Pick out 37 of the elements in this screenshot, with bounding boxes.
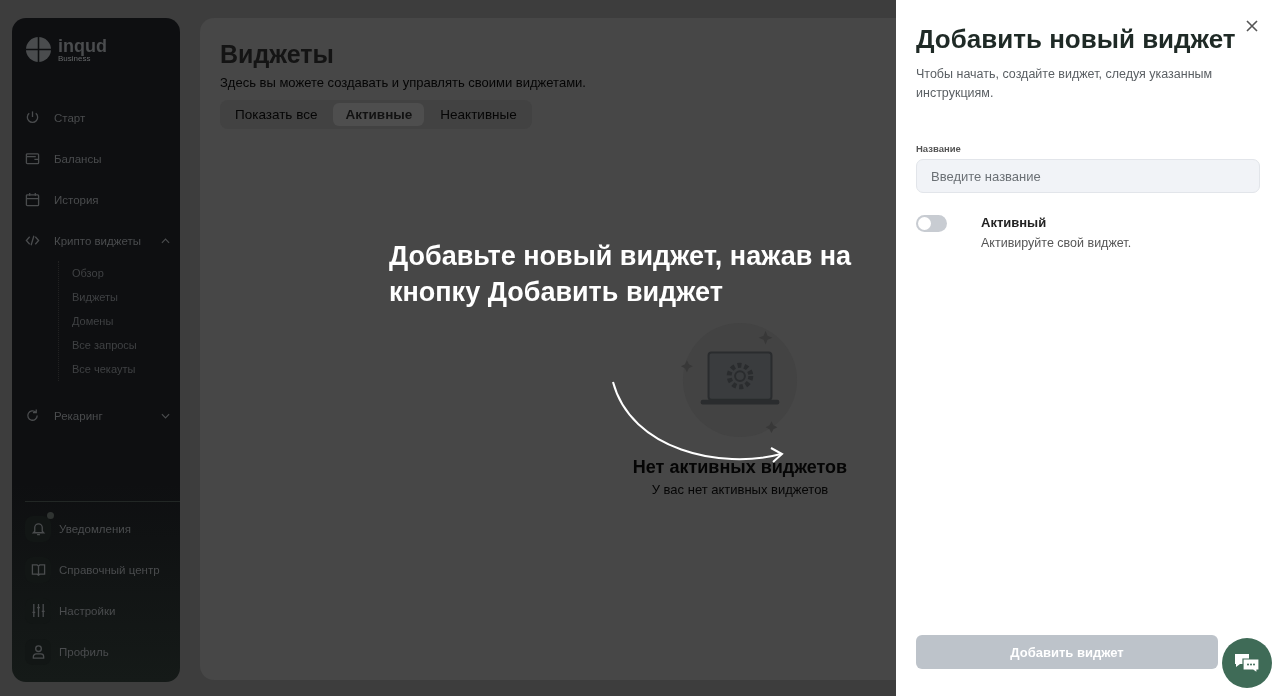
- logo-icon: [25, 36, 52, 63]
- nav-item[interactable]: Рекаринг: [25, 395, 180, 436]
- logo-tagline: Business: [58, 54, 91, 63]
- logo-name: inqud: [58, 36, 107, 55]
- nav-item[interactable]: Настройки: [25, 590, 180, 631]
- toggle-description: Активируйте свой виджет.: [981, 236, 1132, 250]
- nav-item[interactable]: Уведомления: [25, 508, 180, 549]
- wallet-icon: [25, 151, 40, 166]
- hint-text: Добавьте новый виджет, нажав на кнопку Добавить виджет: [389, 240, 853, 309]
- filter-tab[interactable]: Показать все: [223, 103, 330, 126]
- close-button[interactable]: [1244, 18, 1260, 34]
- nav-item[interactable]: Справочный центр: [25, 549, 180, 590]
- nav-item[interactable]: История: [25, 179, 180, 220]
- user-icon: [30, 644, 46, 659]
- nav-item[interactable]: Крипто виджеты: [25, 220, 180, 261]
- drawer-subtitle: Чтобы начать, создайте виджет, следуя указанным инструкциям.: [916, 66, 1214, 102]
- empty-state-title: Нет активных виджетов: [632, 457, 848, 478]
- filter-tab[interactable]: Активные: [333, 103, 425, 126]
- book-icon: [30, 562, 46, 577]
- nav-item[interactable]: Старт: [25, 97, 180, 138]
- nav-item[interactable]: Балансы: [25, 138, 180, 179]
- refresh-icon: [25, 408, 40, 423]
- page-subtitle: Здесь вы можете создавать и управлять своими виджетами.: [220, 75, 586, 90]
- bell-icon: [30, 521, 46, 536]
- chat-icon: [1234, 652, 1260, 674]
- toggle-switch[interactable]: [916, 215, 947, 232]
- name-input-field[interactable]: Введите название: [916, 159, 1260, 193]
- power-icon: [25, 110, 40, 125]
- drawer-title: Добавить новый виджет: [916, 24, 1237, 55]
- calendar-icon: [25, 192, 40, 207]
- toggle-label: Активный: [981, 215, 1048, 230]
- code-icon: [25, 233, 40, 248]
- nav-item[interactable]: Профиль: [25, 631, 180, 672]
- sliders-icon: [30, 603, 46, 618]
- empty-state-text: У вас нет активных виджетов: [651, 482, 829, 497]
- filter-tab[interactable]: Неактивные: [428, 103, 529, 126]
- field-label: Название: [916, 143, 962, 154]
